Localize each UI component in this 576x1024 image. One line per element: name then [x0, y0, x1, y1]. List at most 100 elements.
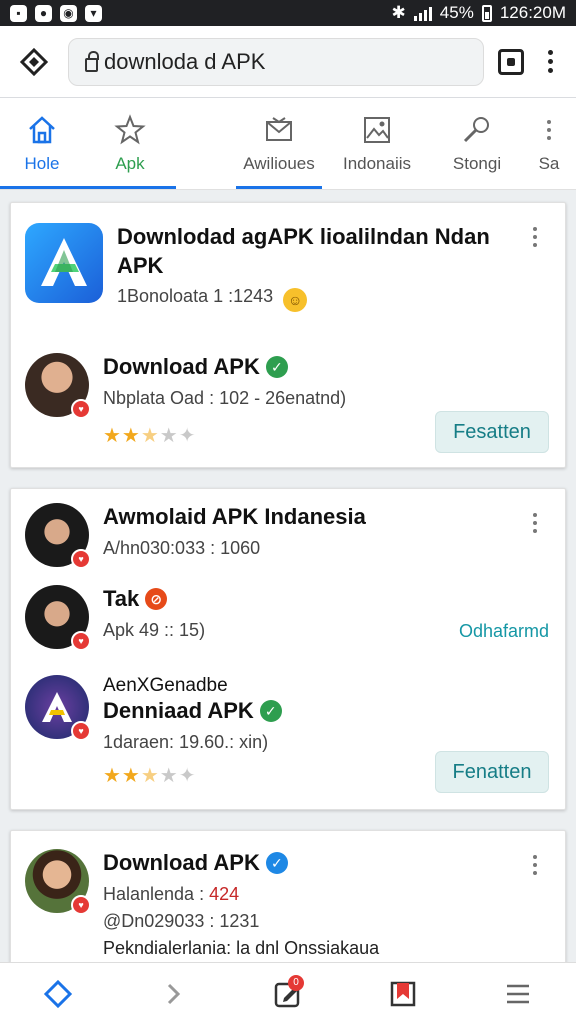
app-card-2: ♥ Awmolaid APK Indanesia A/hn030:033 : 1… [10, 488, 566, 810]
tab-label: Indonaiis [342, 153, 412, 173]
avatar: ♥ [25, 849, 91, 915]
bookmark-icon [390, 981, 416, 1006]
mail-icon [266, 116, 292, 141]
notification-icons: ▪ ● ◉ ▾ [10, 4, 102, 22]
badge-icon: ♥ [71, 895, 91, 915]
list-item[interactable]: ♥ Download APK ✓ Halanlenda : 424 @Dn0290… [25, 849, 379, 959]
item-title: Download APK [103, 354, 260, 379]
diamond-home-icon [43, 979, 72, 1008]
list-item[interactable]: ♥ Download APK ✓ Nbplata Oad : 102 - 26en… [25, 353, 347, 419]
category-tab-bar: Hole Apk Awilioues Indonaiis Stongi Sa [0, 98, 576, 190]
feature-button[interactable]: Fesatten [435, 411, 549, 453]
status-right: ✱ 45% 126:20M [392, 3, 566, 23]
nav-menu-button[interactable] [488, 969, 548, 1019]
blocked-icon: ⊘ [145, 588, 168, 611]
avatar: ♥ [25, 353, 91, 419]
tab-label: Apk [115, 153, 145, 173]
tab-indonaiis[interactable]: Indonaiis [322, 98, 432, 189]
tab-switcher-button[interactable] [498, 48, 524, 75]
card-header[interactable]: Downlodad agAPK lioalilndan Ndan APK 1Bo… [25, 223, 517, 313]
address-text: downloda d APK [104, 48, 266, 74]
verified-check-icon: ✓ [265, 356, 288, 379]
address-bar[interactable]: downloda d APK [68, 37, 484, 86]
star-rating: ★★★★✦ [103, 765, 197, 787]
badge-icon: ♥ [71, 721, 91, 741]
item-subtitle: 1daraen: 19.60.: xin) [103, 731, 269, 752]
nav-bookmark-button[interactable] [373, 969, 433, 1019]
app-notification-icon: ▪ [10, 4, 27, 22]
card-menu-button[interactable] [523, 227, 547, 247]
home-diamond-button[interactable] [14, 42, 54, 82]
browser-menu-button[interactable] [538, 50, 562, 73]
item-subtitle: Nbplata Oad : 102 - 26enatnd) [103, 387, 347, 408]
tab-awilioues[interactable]: Awilioues [236, 98, 322, 189]
tab-label: Stongi [452, 153, 502, 173]
tab-stongi[interactable]: Stongi [432, 98, 522, 189]
verified-check-icon: ✓ [265, 852, 288, 875]
list-item[interactable]: ♥ Awmolaid APK Indanesia A/hn030:033 : 1… [25, 503, 366, 569]
avatar: ♥ [25, 503, 91, 569]
avatar: ♥ [25, 675, 91, 741]
list-item[interactable]: ♥ Tak ⊘ Apk 49 :: 15) [25, 585, 206, 651]
list-item[interactable]: ♥ AenXGenadbe Denniaad APK ✓ 1daraen: 19.… [25, 675, 282, 753]
star-rating: ★★★★✦ [103, 425, 197, 447]
nav-edit-button[interactable]: 0 [258, 969, 318, 1019]
menu-icon [507, 984, 530, 1003]
image-icon [364, 116, 390, 143]
item-title: Awmolaid APK Indanesia [103, 504, 366, 529]
star-icon [114, 113, 146, 144]
apk-logo-icon [41, 238, 87, 286]
messenger-notification-icon: ◉ [60, 4, 77, 22]
chat-notification-icon: ● [35, 4, 52, 22]
item-line1-value: 424 [209, 883, 240, 904]
status-bar: ▪ ● ◉ ▾ ✱ 45% 126:20M [0, 0, 576, 26]
card-subtitle: 1Bonoloata 1 :1243 [117, 286, 274, 307]
item-overline: AenXGenadbe [103, 675, 228, 696]
card-menu-button[interactable] [523, 855, 547, 875]
item-action-link[interactable]: Odhafarmd [459, 621, 549, 642]
item-line2: @Dn029033 : 1231 [103, 910, 260, 931]
card-menu-button[interactable] [523, 513, 547, 533]
clock: 126:20M [499, 3, 566, 22]
notification-badge: 0 [287, 974, 304, 991]
app-icon [25, 223, 103, 303]
item-subtitle: A/hn030:033 : 1060 [103, 537, 261, 558]
browser-toolbar: downloda d APK [0, 26, 576, 98]
bag-notification-icon: ▾ [85, 4, 102, 22]
battery-icon [481, 4, 492, 22]
home-icon [29, 115, 55, 143]
app-card-3: ♥ Download APK ✓ Halanlenda : 424 @Dn0290… [10, 830, 566, 970]
apk-logo-icon [42, 692, 72, 722]
lock-icon [85, 50, 99, 72]
avatar: ♥ [25, 585, 91, 651]
item-title: Tak [103, 586, 140, 611]
battery-percent: 45% [439, 3, 474, 22]
tab-home[interactable]: Hole [0, 98, 84, 189]
badge-icon: ♥ [71, 631, 91, 651]
item-line1-prefix: Halanlenda : [103, 883, 205, 904]
nav-forward-button[interactable] [143, 969, 203, 1019]
verified-check-icon: ✓ [259, 700, 282, 723]
item-line3: Pekndialerlania: la dnl Onssiakaua [103, 937, 380, 958]
app-card-1: Downlodad agAPK lioalilndan Ndan APK 1Bo… [10, 202, 566, 468]
bottom-navigation: 0 [0, 962, 576, 1024]
card-title: Downlodad agAPK lioalilndan Ndan APK [117, 224, 490, 278]
badge-icon: ♥ [71, 399, 91, 419]
nav-home-button[interactable] [28, 969, 88, 1019]
signal-icon [413, 5, 432, 21]
diamond-icon [19, 47, 49, 76]
bluetooth-icon: ✱ [391, 3, 406, 22]
item-title: Denniaad APK [103, 698, 254, 723]
tab-label: Hole [24, 153, 60, 173]
search-icon [463, 116, 489, 142]
badge-icon: ♥ [71, 549, 91, 569]
item-subtitle: Apk 49 :: 15) [103, 619, 206, 640]
forward-icon [167, 983, 180, 1004]
tab-apk[interactable]: Apk [84, 98, 176, 189]
item-title: Download APK [103, 850, 260, 875]
feature-button[interactable]: Fenatten [435, 751, 549, 793]
tab-more[interactable]: Sa [522, 98, 576, 189]
smile-emoji-icon: ☺ [283, 288, 308, 313]
tab-label: Sa [538, 153, 560, 173]
more-icon [537, 114, 561, 146]
